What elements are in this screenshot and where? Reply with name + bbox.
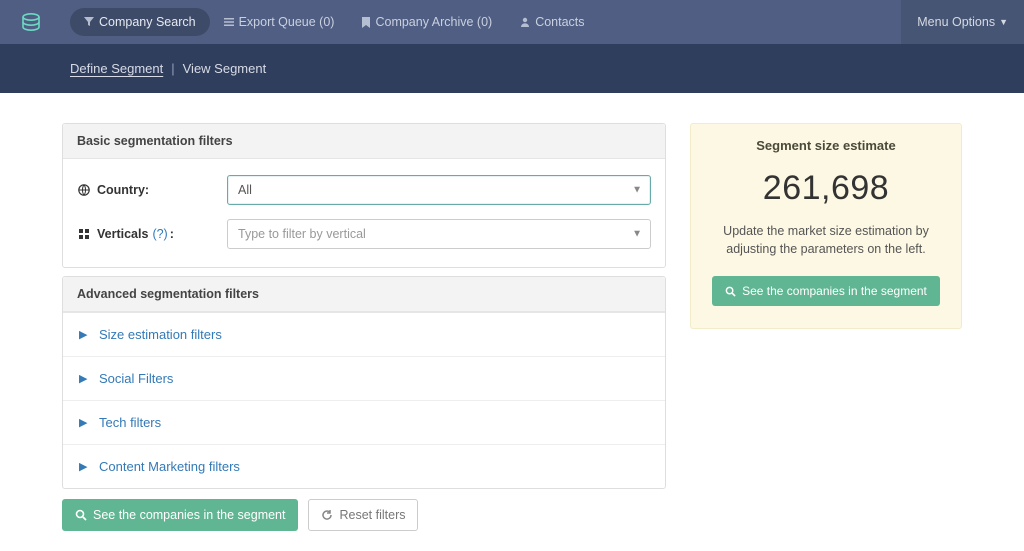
- estimate-value: 261,698: [709, 169, 943, 208]
- stack-logo-icon: [19, 10, 43, 34]
- nav-separator: |: [171, 61, 174, 76]
- nav-label: Export Queue (0): [239, 15, 335, 29]
- country-value: All: [238, 183, 252, 197]
- nav-label: Company Search: [99, 15, 196, 29]
- advanced-filters-panel: Advanced segmentation filters ▶ Size est…: [62, 276, 666, 489]
- caret-right-icon: ▶: [79, 372, 89, 385]
- adv-item-social[interactable]: ▶ Social Filters: [63, 357, 665, 401]
- button-label: See the companies in the segment: [93, 508, 285, 522]
- chevron-down-icon: ▼: [632, 185, 642, 196]
- advanced-filters-heading: Advanced segmentation filters: [63, 277, 665, 312]
- nav-label: Contacts: [535, 15, 584, 29]
- menu-options-dropdown[interactable]: Menu Options ▼: [901, 0, 1024, 44]
- top-navbar: Company Search Export Queue (0) Company …: [0, 0, 1024, 44]
- basic-filters-heading: Basic segmentation filters: [63, 124, 665, 159]
- country-row: Country: All ▼: [77, 175, 651, 205]
- adv-item-label: Size estimation filters: [99, 327, 222, 342]
- menu-options-label: Menu Options: [917, 15, 995, 29]
- button-label: Reset filters: [339, 508, 405, 522]
- see-companies-button[interactable]: See the companies in the segment: [62, 499, 298, 531]
- verticals-input[interactable]: Type to filter by vertical ▼: [227, 219, 651, 249]
- caret-right-icon: ▶: [79, 416, 89, 429]
- adv-item-label: Social Filters: [99, 371, 173, 386]
- adv-item-content-marketing[interactable]: ▶ Content Marketing filters: [63, 445, 665, 488]
- verticals-row: Verticals (?) : Type to filter by vertic…: [77, 219, 651, 249]
- country-label: Country:: [77, 183, 227, 197]
- tab-view-segment[interactable]: View Segment: [183, 61, 267, 76]
- page-content: Basic segmentation filters Country: All …: [0, 93, 1024, 551]
- caret-down-icon: ▼: [999, 17, 1008, 27]
- caret-right-icon: ▶: [79, 460, 89, 473]
- tab-define-segment[interactable]: Define Segment: [70, 61, 163, 76]
- estimate-description: Update the market size estimation by adj…: [715, 222, 937, 258]
- nav-contacts[interactable]: Contacts: [506, 8, 598, 36]
- search-icon: [725, 286, 736, 297]
- button-label: See the companies in the segment: [742, 284, 927, 298]
- refresh-icon: [321, 509, 333, 521]
- nav-export-queue[interactable]: Export Queue (0): [210, 8, 349, 36]
- nav-company-archive[interactable]: Company Archive (0): [348, 8, 506, 36]
- list-icon: [224, 17, 234, 27]
- bookmark-icon: [362, 17, 370, 28]
- globe-icon: [77, 184, 91, 196]
- adv-item-label: Tech filters: [99, 415, 161, 430]
- adv-item-tech[interactable]: ▶ Tech filters: [63, 401, 665, 445]
- adv-item-label: Content Marketing filters: [99, 459, 240, 474]
- estimate-heading: Segment size estimate: [709, 138, 943, 153]
- left-column: Basic segmentation filters Country: All …: [62, 123, 666, 531]
- country-select[interactable]: All ▼: [227, 175, 651, 205]
- segment-estimate-card: Segment size estimate 261,698 Update the…: [690, 123, 962, 329]
- verticals-label: Verticals (?) :: [77, 227, 227, 241]
- adv-item-size-estimation[interactable]: ▶ Size estimation filters: [63, 313, 665, 357]
- action-buttons: See the companies in the segment Reset f…: [62, 499, 666, 531]
- grid-icon: [77, 228, 91, 240]
- right-column: Segment size estimate 261,698 Update the…: [690, 123, 962, 531]
- verticals-label-text: Verticals: [97, 227, 148, 241]
- verticals-colon: :: [170, 227, 174, 241]
- nav-label: Company Archive (0): [375, 15, 492, 29]
- verticals-placeholder: Type to filter by vertical: [238, 227, 366, 241]
- see-companies-button-side[interactable]: See the companies in the segment: [712, 276, 940, 306]
- nav-company-search[interactable]: Company Search: [70, 8, 210, 36]
- verticals-help[interactable]: (?): [152, 227, 167, 241]
- basic-filters-panel: Basic segmentation filters Country: All …: [62, 123, 666, 268]
- chevron-down-icon: ▼: [632, 229, 642, 240]
- filter-icon: [84, 17, 94, 27]
- country-label-text: Country:: [97, 183, 149, 197]
- person-icon: [520, 17, 530, 27]
- search-icon: [75, 509, 87, 521]
- reset-filters-button[interactable]: Reset filters: [308, 499, 418, 531]
- sub-navbar: Define Segment | View Segment: [0, 44, 1024, 93]
- primary-nav: Company Search Export Queue (0) Company …: [62, 8, 901, 36]
- app-logo[interactable]: [0, 0, 62, 44]
- caret-right-icon: ▶: [79, 328, 89, 341]
